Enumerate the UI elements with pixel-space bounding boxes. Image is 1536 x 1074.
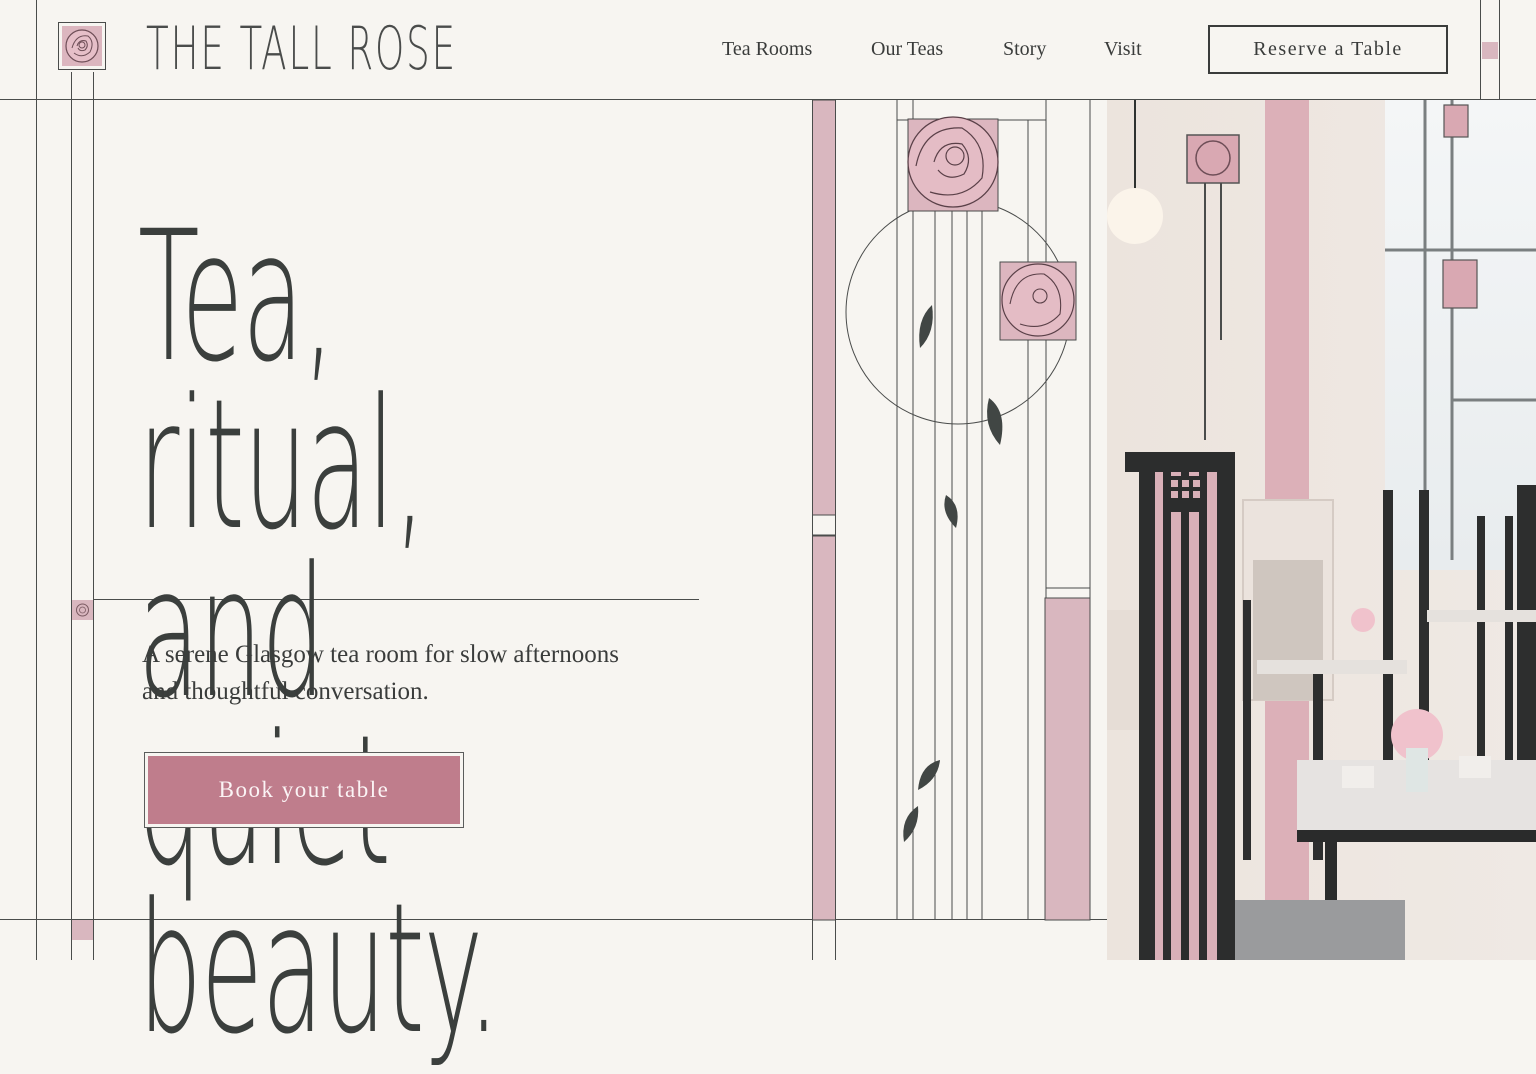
brand-name: THE TALL ROSE [146,14,458,84]
rose-stained-glass-ornament [812,100,1091,960]
grid-line-right [1480,0,1481,100]
grid-line-right-b [1499,0,1500,100]
nav-item-story[interactable]: Story [1003,38,1046,61]
rose-icon [76,603,89,617]
hero-subtitle: A serene Glasgow tea room for slow after… [142,636,702,710]
grid-line-rail-a [71,72,72,960]
rose-icon [62,26,102,66]
nav-item-tea-rooms[interactable]: Tea Rooms [722,38,812,61]
reserve-table-button[interactable]: Reserve a Table [1208,25,1448,74]
hero-headline: Tea, ritual, and quiet beauty. [138,208,530,1060]
rail-accent-bottom [72,920,93,940]
tea-room-photo [1107,100,1536,960]
book-table-label: Book your table [148,756,460,824]
grid-line-rail-b [93,72,94,960]
nav-item-visit[interactable]: Visit [1104,38,1142,61]
grid-line-left [36,0,37,960]
book-table-button[interactable]: Book your table [144,752,464,828]
hero-subtitle-line-1: A serene Glasgow tea room for slow after… [142,641,619,668]
logo[interactable] [58,22,106,70]
pink-accent-top-right [1482,42,1498,59]
hero-subtitle-line-2: and thoughtful conversation. [142,678,429,705]
nav-item-our-teas[interactable]: Our Teas [871,38,943,61]
